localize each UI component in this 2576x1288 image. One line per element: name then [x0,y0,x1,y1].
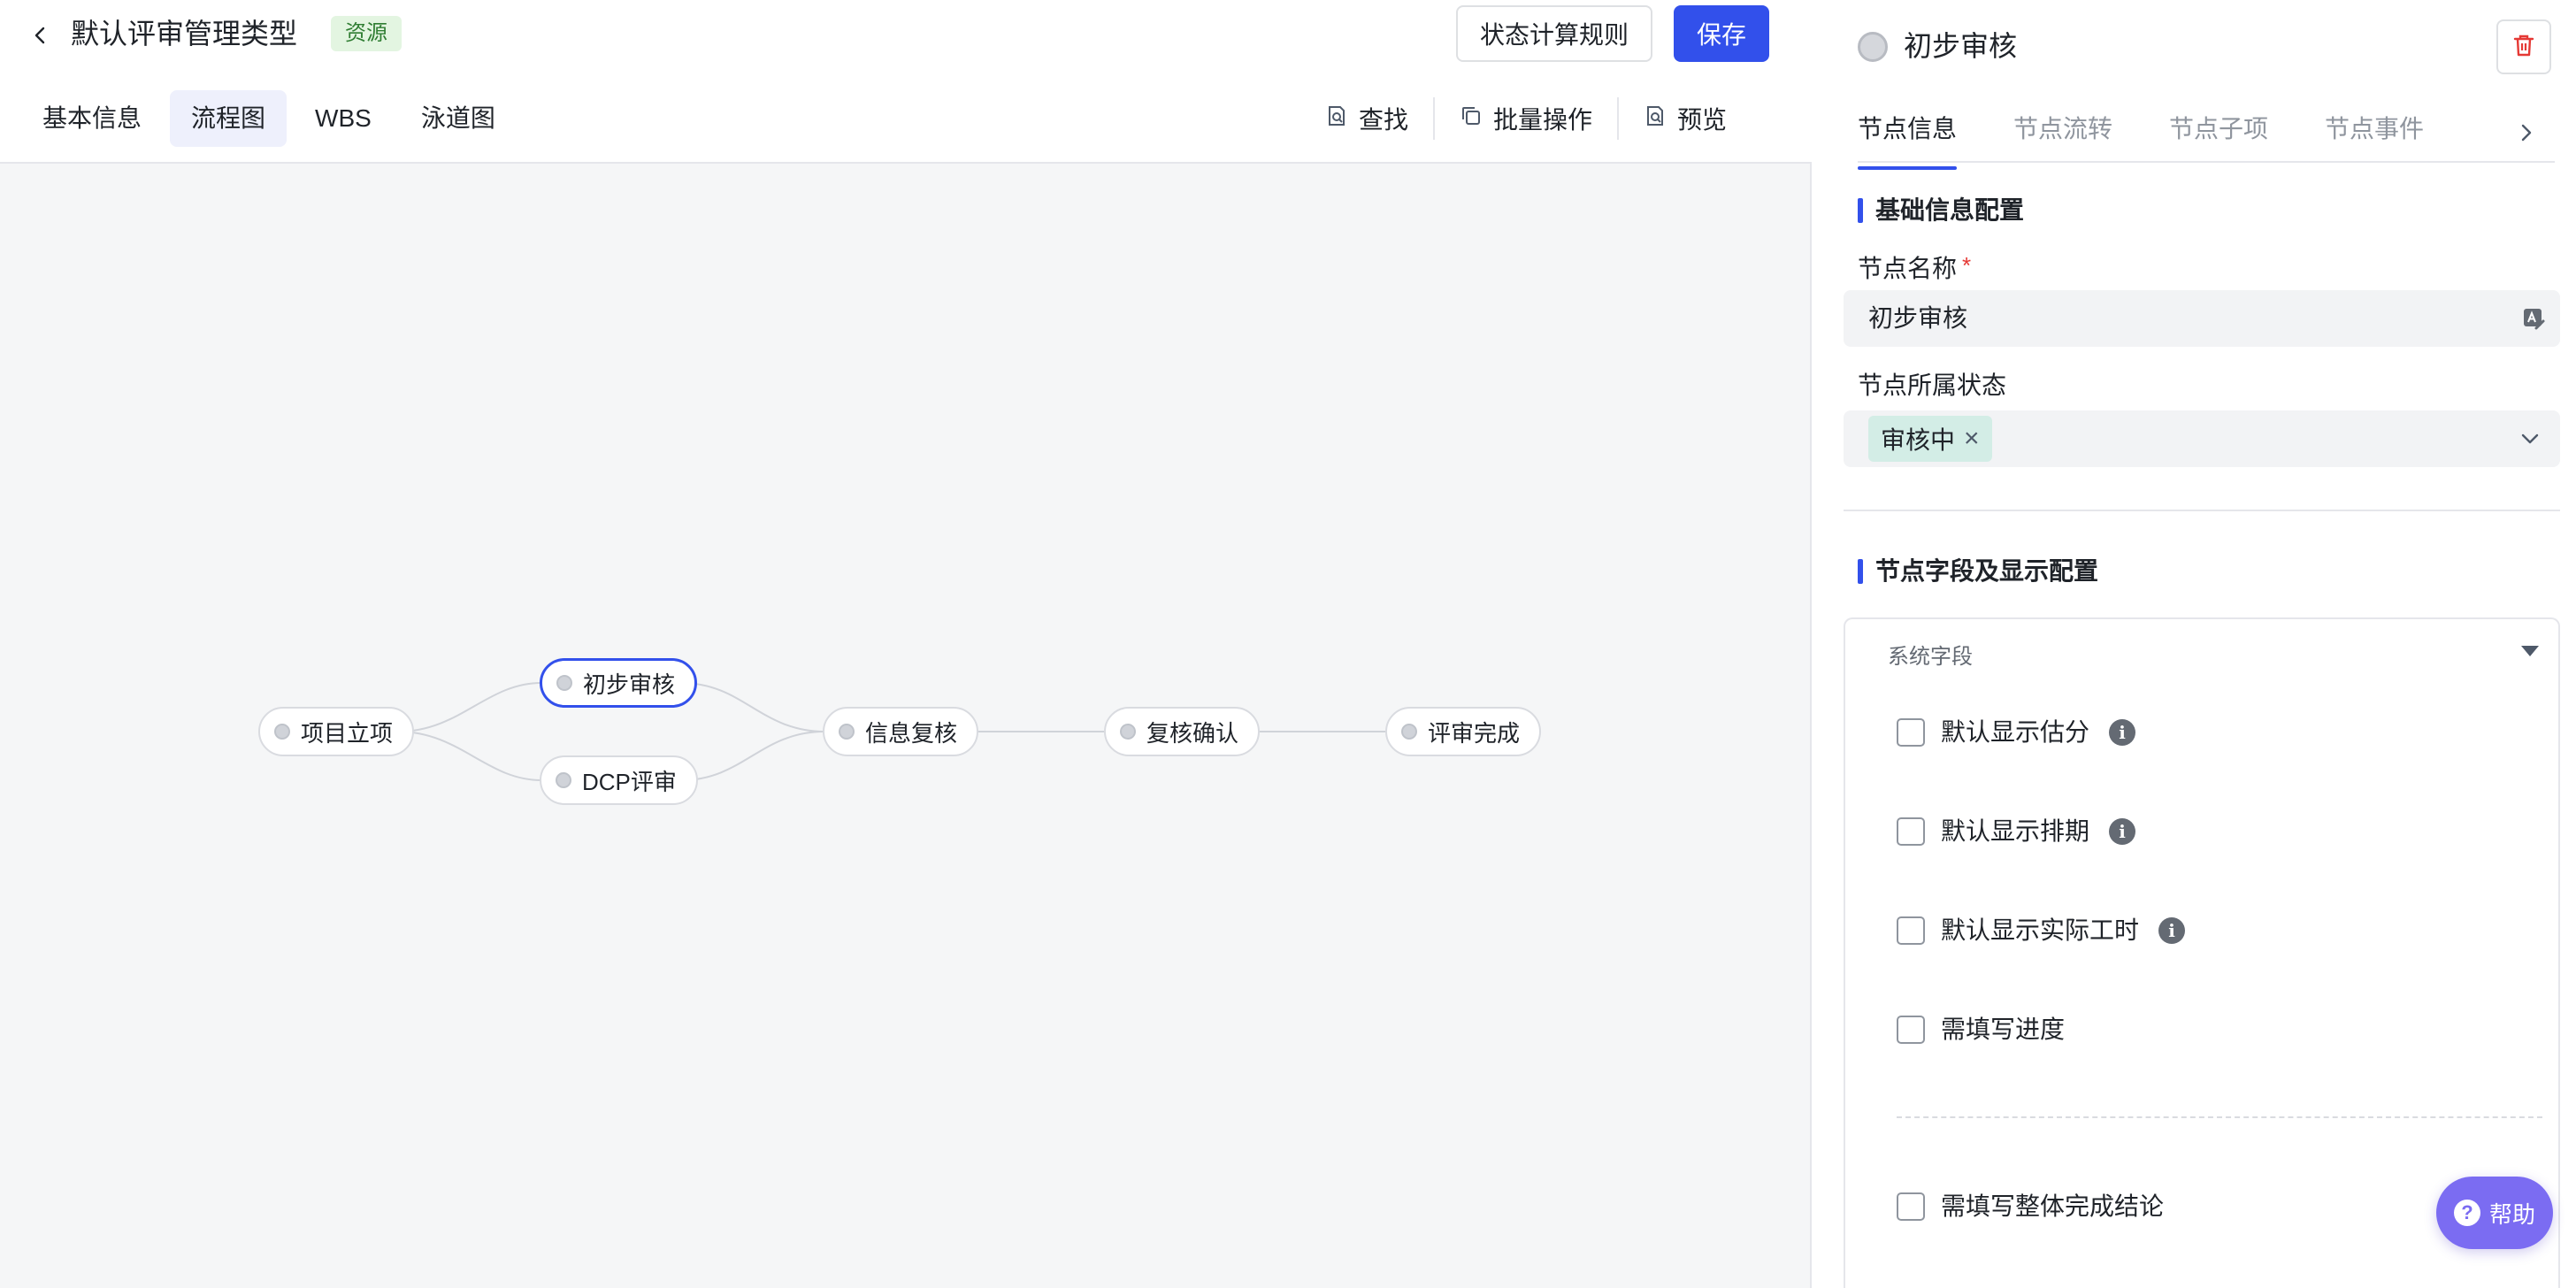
edge-n3-n4 [680,731,825,781]
status-chip: 审核中 × [1868,416,1992,462]
tab-swimlane[interactable]: 泳道图 [400,90,517,147]
node-label: 复核确认 [1146,719,1239,747]
info-icon[interactable]: i [2158,917,2186,944]
tab-node-flow[interactable]: 节点流转 [2013,104,2112,163]
batch-operation-label: 批量操作 [1492,106,1592,134]
node-label: DCP评审 [582,768,677,795]
panel-title: 初步审核 [1904,30,2018,62]
trash-icon [2511,32,2537,63]
flow-node-info-recheck[interactable]: 信息复核 [823,707,979,756]
find-label: 查找 [1358,106,1408,134]
checkbox-label: 需填写进度 [1941,1016,2066,1043]
checkbox-require-progress[interactable]: 需填写进度 [1897,1012,2065,1047]
dashed-divider [1897,1116,2542,1118]
checkbox[interactable] [1897,1192,1925,1221]
node-status-dot [556,772,571,788]
node-detail-panel: 初步审核 节点信息 节点流转 节点子项 节点事件 基础信息配置 节点名称 * 初步… [1812,0,2576,1288]
node-name-value: 初步审核 [1868,304,1968,332]
copy-icon [1460,104,1483,134]
flow-node-project-init[interactable]: 项目立项 [258,707,415,756]
node-status-select[interactable]: 审核中 × [1844,410,2560,467]
node-label: 评审完成 [1428,719,1521,747]
checkbox[interactable] [1897,718,1925,747]
status-chip-label: 审核中 [1881,426,1956,454]
node-tabs: 节点信息 节点流转 节点子项 节点事件 [1858,104,2424,170]
checkbox-label: 默认显示实际工时 [1941,916,2140,944]
checkbox-show-schedule[interactable]: 默认显示排期 i [1897,814,2136,849]
checkbox-label: 默认显示排期 [1941,817,2090,845]
checkbox-require-conclusion[interactable]: 需填写整体完成结论 [1897,1189,2164,1224]
flow-node-initial-review[interactable]: 初步审核 [540,658,698,708]
edge-n1-n2 [397,682,542,732]
node-status-dot [1858,32,1888,62]
checkbox-label: 默认显示估分 [1941,718,2090,746]
tab-wbs[interactable]: WBS [294,90,393,147]
flow-canvas[interactable]: 项目立项 初步审核 DCP评审 信息复核 复核确认 评审完成 [0,162,1812,1288]
find-button[interactable]: 查找 [1300,92,1433,145]
question-icon: ? [2453,1200,2480,1226]
flow-node-recheck-confirm[interactable]: 复核确认 [1104,707,1261,756]
tab-flowchart[interactable]: 流程图 [170,90,288,147]
chevron-right-icon[interactable] [2509,115,2544,150]
flow-node-review-complete[interactable]: 评审完成 [1385,707,1542,756]
node-label: 初步审核 [583,671,676,698]
node-status-dot [556,675,572,691]
help-label: 帮助 [2488,1200,2535,1228]
tab-node-info[interactable]: 节点信息 [1858,104,1958,170]
translate-icon[interactable] [2521,306,2546,331]
system-fields-label: 系统字段 [1888,645,1973,669]
required-mark: * [1962,252,1972,279]
preview-button[interactable]: 预览 [1619,92,1752,145]
node-status-dot [274,724,290,740]
edge-n2-n4 [680,682,825,732]
node-status-dot [1401,724,1417,740]
node-status-dot [1120,724,1136,740]
info-icon[interactable]: i [2109,719,2136,746]
node-name-label: 节点名称 * [1858,248,1971,287]
checkbox[interactable] [1897,1016,1925,1044]
checkbox[interactable] [1897,817,1925,846]
node-status-dot [839,724,855,740]
checkbox-show-actual-hours[interactable]: 默认显示实际工时 i [1897,913,2186,948]
tab-basic-info[interactable]: 基本信息 [21,90,163,147]
find-icon [1325,104,1348,134]
page-title: 默认评审管理类型 [71,18,298,50]
flow-toolbar: 查找 批量操作 预览 [1300,92,1752,145]
help-button[interactable]: ? 帮助 [2436,1177,2553,1249]
node-status-label: 节点所属状态 [1858,372,2007,399]
close-icon[interactable]: × [1964,426,1980,452]
caret-down-icon[interactable] [2521,646,2539,656]
tabs-divider [1858,161,2555,163]
preview-label: 预览 [1676,106,1727,134]
view-tabs: 基本信息 流程图 WBS 泳道图 [21,90,517,147]
tab-node-events[interactable]: 节点事件 [2325,104,2424,163]
preview-icon [1644,104,1667,134]
edge-n1-n3 [397,731,542,781]
back-icon[interactable] [23,18,58,53]
delete-node-button[interactable] [2496,19,2551,74]
resource-tag: 资源 [331,16,402,51]
batch-operation-button[interactable]: 批量操作 [1435,92,1617,145]
checkbox[interactable] [1897,916,1925,945]
status-rule-button[interactable]: 状态计算规则 [1456,5,1652,62]
checkbox-show-estimate[interactable]: 默认显示估分 i [1897,715,2136,750]
flow-node-dcp-review[interactable]: DCP评审 [540,755,698,805]
info-icon[interactable]: i [2109,818,2136,845]
node-label: 项目立项 [301,719,394,747]
basic-info-section-title: 基础信息配置 [1858,193,2024,228]
tab-node-subitems[interactable]: 节点子项 [2169,104,2268,163]
section-divider [1844,510,2560,511]
checkbox-label: 需填写整体完成结论 [1941,1192,2165,1220]
fields-section-title: 节点字段及显示配置 [1858,554,2098,589]
node-label: 信息复核 [865,719,958,747]
chevron-down-icon[interactable] [2518,426,2542,451]
save-button[interactable]: 保存 [1674,5,1769,62]
node-name-label-text: 节点名称 [1858,255,1958,282]
node-name-input[interactable]: 初步审核 [1844,290,2560,347]
